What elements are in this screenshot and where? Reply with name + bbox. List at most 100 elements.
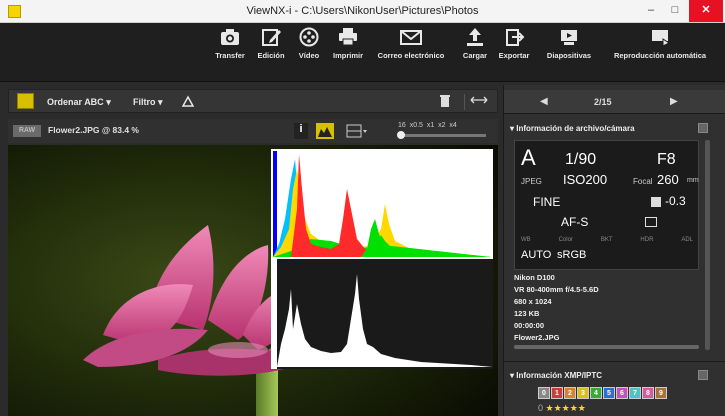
email-button[interactable]: Correo electrónico <box>370 27 452 79</box>
capture-time: 00:00:00 <box>514 321 545 330</box>
edit-button[interactable]: Edición <box>252 27 290 79</box>
focal-length: 260 <box>657 172 679 187</box>
exposure-comp-icon <box>651 197 661 207</box>
xmp-title: Información XMP/IPTC <box>516 371 603 380</box>
minimize-button[interactable]: – <box>640 0 662 22</box>
image-navigator: ◀ 2/15 ▶ <box>504 90 725 114</box>
meta-scrollbar[interactable] <box>514 345 699 349</box>
upload-label: Cargar <box>462 51 488 60</box>
rotate-button[interactable] <box>181 94 195 110</box>
xmp-options-button[interactable] <box>698 370 708 380</box>
export-icon <box>506 29 525 46</box>
histogram-icon <box>318 127 332 137</box>
autoplay-button[interactable]: Reproducción automática <box>602 27 718 79</box>
exif-display: A 1/90 F8 JPEG ISO200 Focal 260 mm FINE … <box>514 140 699 270</box>
slideshow-icon <box>561 30 577 45</box>
zoom-ticks: 16 x0.5 x1 x2 x4 <box>398 122 457 129</box>
color-label-3[interactable]: 3 <box>577 387 589 399</box>
color-label-6[interactable]: 6 <box>616 387 628 399</box>
delete-button[interactable] <box>439 94 451 110</box>
sort-value: ABC <box>84 97 104 107</box>
prev-image-button[interactable]: ◀ <box>540 96 548 107</box>
info-side-panel: ◀ 2/15 ▶ ▾ Información de archivo/cámara… <box>503 85 725 416</box>
printer-icon <box>339 28 357 46</box>
color-label-7[interactable]: 7 <box>629 387 641 399</box>
raw-badge: RAW <box>13 125 41 137</box>
maximize-button[interactable]: □ <box>664 0 686 22</box>
close-button[interactable]: ✕ <box>689 0 723 22</box>
color-label-2[interactable]: 2 <box>564 387 576 399</box>
film-reel-icon <box>299 27 319 47</box>
window-title: ViewNX-i - C:\Users\NikonUser\Pictures\P… <box>246 5 479 17</box>
rotate-icon <box>181 95 195 107</box>
file-info-title: Información de archivo/cámara <box>516 124 635 133</box>
zoom-slider-thumb[interactable] <box>397 131 405 139</box>
panel-scrollbar[interactable] <box>705 140 710 350</box>
histogram-button[interactable] <box>316 123 334 139</box>
edit-icon <box>262 29 281 46</box>
video-button[interactable]: Vídeo <box>292 27 326 79</box>
envelope-icon <box>400 30 422 45</box>
rating-zero[interactable]: 0 <box>538 403 543 413</box>
color-label: Color <box>558 237 573 243</box>
title-bar: ViewNX-i - C:\Users\NikonUser\Pictures\P… <box>0 0 725 23</box>
filename-zoom: Flower2.JPG @ 83.4 % <box>48 125 139 135</box>
main-toolbar: Transfer Edición Vídeo Imprimir Correo e… <box>0 23 725 82</box>
expand-arrows-button[interactable] <box>464 94 492 110</box>
zoom-slider[interactable] <box>397 131 486 139</box>
email-label: Correo electrónico <box>377 51 445 60</box>
zoom-tick: 16 <box>398 122 406 129</box>
color-label-0[interactable]: 0 <box>538 387 550 399</box>
sort-dropdown[interactable]: Ordenar ABC ▾ <box>47 94 111 110</box>
trash-icon <box>440 95 450 107</box>
rgb-histogram <box>271 149 493 259</box>
arrows-horizontal-icon <box>470 96 487 104</box>
filter-dropdown[interactable]: Filtro ▾ <box>133 94 163 110</box>
print-button[interactable]: Imprimir <box>328 27 368 79</box>
bkt-label: BKT <box>600 237 613 243</box>
luminance-histogram-graph <box>271 259 493 369</box>
transfer-button[interactable]: Transfer <box>210 27 250 79</box>
image-info-bar: RAW Flower2.JPG @ 83.4 % i 16 x0.5 x1 x2… <box>8 119 498 143</box>
white-balance: AUTO <box>521 249 552 261</box>
exposure-compensation: -0.3 <box>665 194 686 208</box>
layout-button[interactable] <box>346 123 368 139</box>
iso: ISO200 <box>563 172 608 187</box>
image-quality: FINE <box>533 195 561 209</box>
color-label-1[interactable]: 1 <box>551 387 563 399</box>
print-label: Imprimir <box>332 51 363 60</box>
transfer-label: Transfer <box>215 51 245 60</box>
export-button[interactable]: Exportar <box>494 27 534 79</box>
collapse-arrow-icon: ▾ <box>510 371 515 380</box>
label-toggle-button[interactable] <box>17 93 34 109</box>
color-labels: 0123456789 <box>538 387 667 399</box>
rgb-histogram-graph <box>273 151 491 257</box>
rating-stars[interactable]: ★★★★★ <box>546 403 586 413</box>
file-info-header[interactable]: ▾ Información de archivo/cámara <box>510 122 708 136</box>
shutter-speed: 1/90 <box>565 151 597 168</box>
sort-label: Ordenar <box>47 97 83 107</box>
color-label-9[interactable]: 9 <box>655 387 667 399</box>
upload-icon <box>467 28 483 46</box>
camera-model: Nikon D100 <box>514 273 555 282</box>
info-button[interactable]: i <box>294 123 308 139</box>
hdr-label: HDR <box>640 237 654 243</box>
xmp-header[interactable]: ▾ Información XMP/IPTC <box>510 369 708 383</box>
chevron-down-icon: ▾ <box>106 97 111 107</box>
next-image-button[interactable]: ▶ <box>670 96 678 107</box>
image-format: JPEG <box>521 177 542 186</box>
image-viewer[interactable] <box>8 145 498 416</box>
image-position: 2/15 <box>594 97 612 107</box>
color-label-4[interactable]: 4 <box>590 387 602 399</box>
focal-label: Focal <box>633 177 653 186</box>
zoom-tick: x2 <box>438 122 446 129</box>
wb-label: WB <box>521 237 531 243</box>
rating-row[interactable]: 0 ★★★★★ <box>538 403 586 414</box>
panel-options-button[interactable] <box>698 123 708 133</box>
color-label-5[interactable]: 5 <box>603 387 615 399</box>
color-label-8[interactable]: 8 <box>642 387 654 399</box>
focal-unit: mm <box>687 177 699 184</box>
upload-button[interactable]: Cargar <box>458 27 492 79</box>
slideshow-button[interactable]: Diapositivas <box>540 27 598 79</box>
zoom-tick: x1 <box>426 122 435 129</box>
